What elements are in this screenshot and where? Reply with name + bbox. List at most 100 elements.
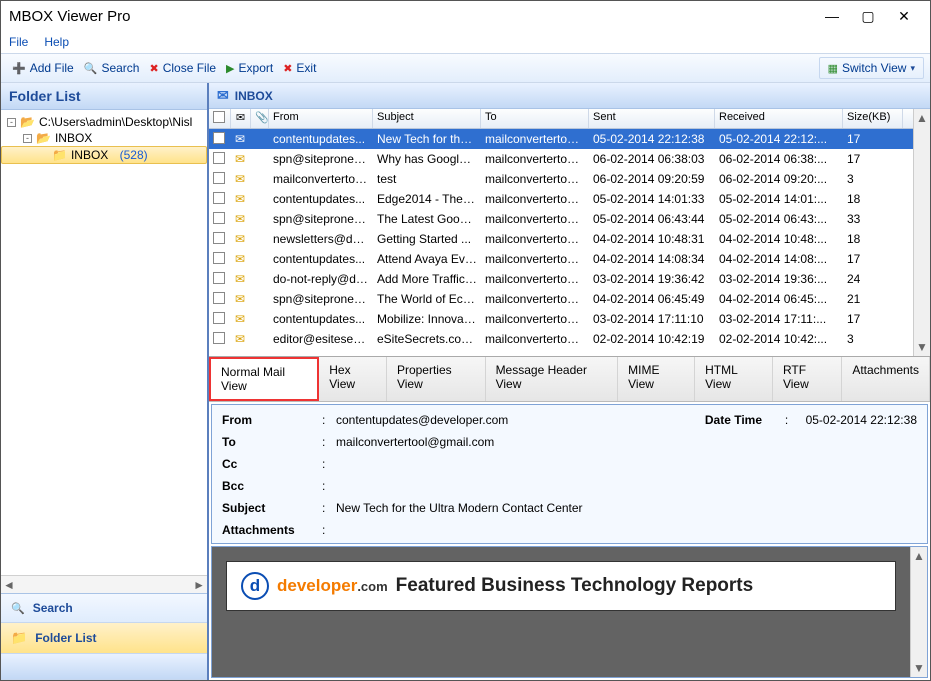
- col-received[interactable]: Received: [715, 109, 843, 128]
- detail-subject-label: Subject: [222, 501, 322, 515]
- table-row[interactable]: ✉editor@esitesecr...eSiteSecrets.com ...…: [209, 329, 913, 349]
- cell-subject: Getting Started ...: [373, 231, 481, 247]
- cell-received: 06-02-2014 09:20:...: [715, 171, 843, 187]
- table-row[interactable]: ✉spn@sitepronew...Why has Google ...mail…: [209, 149, 913, 169]
- tab-mime-view[interactable]: MIME View: [618, 357, 695, 401]
- inbox-count: (528): [120, 148, 148, 162]
- toolbar: Add File Search Close File Export Exit S…: [1, 53, 930, 83]
- exit-button[interactable]: Exit: [278, 58, 321, 78]
- table-row[interactable]: ✉spn@sitepronew...The World of Eco...mai…: [209, 289, 913, 309]
- message-body: d developer.com Featured Business Techno…: [211, 546, 928, 678]
- row-checkbox[interactable]: [213, 152, 225, 164]
- switch-view-button[interactable]: Switch View▾: [819, 57, 924, 79]
- col-to[interactable]: To: [481, 109, 589, 128]
- message-grid: ✉ 📎 From Subject To Sent Received Size(K…: [209, 109, 930, 357]
- folder-list-header: Folder List: [1, 83, 207, 110]
- tree-inbox-child[interactable]: INBOX (528): [1, 146, 207, 164]
- cell-sent: 04-02-2014 06:45:49: [589, 291, 715, 307]
- tab-rtf-view[interactable]: RTF View: [773, 357, 842, 401]
- row-checkbox[interactable]: [213, 252, 225, 264]
- cell-size: 3: [843, 171, 903, 187]
- detail-from-value: contentupdates@developer.com: [336, 413, 705, 427]
- banner-brand: developer: [277, 576, 357, 595]
- cell-subject: Why has Google ...: [373, 151, 481, 167]
- search-button[interactable]: Search: [79, 58, 145, 78]
- close-button[interactable]: ✕: [886, 2, 922, 30]
- cell-received: 02-02-2014 10:42:...: [715, 331, 843, 347]
- table-row[interactable]: ✉contentupdates...Attend Avaya Evo...mai…: [209, 249, 913, 269]
- table-row[interactable]: ✉contentupdates...New Tech for the ...ma…: [209, 129, 913, 149]
- table-row[interactable]: ✉newsletters@dev...Getting Started ...ma…: [209, 229, 913, 249]
- minimize-button[interactable]: —: [814, 2, 850, 30]
- cell-from: mailconvertertool...: [269, 171, 373, 187]
- row-checkbox[interactable]: [213, 212, 225, 224]
- col-size[interactable]: Size(KB): [843, 109, 903, 128]
- window-titlebar: MBOX Viewer Pro — ▢ ✕: [1, 1, 930, 31]
- grid-vscrollbar[interactable]: ▲▼: [913, 109, 930, 356]
- close-file-button[interactable]: Close File: [144, 58, 221, 78]
- col-sent[interactable]: Sent: [589, 109, 715, 128]
- cell-sent: 05-02-2014 22:12:38: [589, 131, 715, 147]
- col-attachment-icon[interactable]: 📎: [251, 109, 269, 128]
- cell-from: contentupdates...: [269, 311, 373, 327]
- collapse-icon[interactable]: -: [7, 118, 16, 127]
- tab-properties-view[interactable]: Properties View: [387, 357, 486, 401]
- mail-icon: ✉: [235, 152, 245, 166]
- exit-icon: [283, 61, 292, 75]
- collapse-icon[interactable]: -: [23, 134, 32, 143]
- cell-from: contentupdates...: [269, 251, 373, 267]
- menu-file[interactable]: File: [9, 35, 28, 49]
- cell-subject: Attend Avaya Evo...: [373, 251, 481, 267]
- tree-root[interactable]: - C:\Users\admin\Desktop\Nisl: [1, 114, 207, 130]
- left-folderlist-button[interactable]: Folder List: [1, 623, 207, 654]
- maximize-button[interactable]: ▢: [850, 2, 886, 30]
- cell-received: 05-02-2014 22:12:...: [715, 131, 843, 147]
- tab-normal-mail-view[interactable]: Normal Mail View: [209, 357, 319, 401]
- tab-attachments[interactable]: Attachments: [842, 357, 930, 401]
- folder-list-panel: Folder List - C:\Users\admin\Desktop\Nis…: [1, 83, 209, 680]
- menu-help[interactable]: Help: [44, 35, 69, 49]
- cell-to: mailconvertertool...: [481, 311, 589, 327]
- cell-to: mailconvertertool...: [481, 271, 589, 287]
- message-detail: From : contentupdates@developer.com Date…: [211, 404, 928, 544]
- banner-text: Featured Business Technology Reports: [396, 575, 754, 597]
- detail-datetime-value: 05-02-2014 22:12:38: [806, 413, 917, 427]
- table-row[interactable]: ✉contentupdates...Edge2014 - The P...mai…: [209, 189, 913, 209]
- row-checkbox[interactable]: [213, 232, 225, 244]
- body-vscrollbar[interactable]: ▲▼: [910, 547, 927, 677]
- cell-from: contentupdates...: [269, 191, 373, 207]
- col-from[interactable]: From: [269, 109, 373, 128]
- row-checkbox[interactable]: [213, 332, 225, 344]
- mail-icon: ✉: [235, 132, 245, 146]
- tab-html-view[interactable]: HTML View: [695, 357, 773, 401]
- table-row[interactable]: ✉contentupdates...Mobilize: Innovat...ma…: [209, 309, 913, 329]
- detail-subject-value: New Tech for the Ultra Modern Contact Ce…: [336, 501, 917, 515]
- col-subject[interactable]: Subject: [373, 109, 481, 128]
- add-file-icon: [12, 61, 26, 75]
- table-row[interactable]: ✉spn@sitepronew...The Latest Googl...mai…: [209, 209, 913, 229]
- folder-open-icon: [20, 115, 35, 129]
- tree-hscrollbar[interactable]: ◄►: [1, 575, 207, 593]
- row-checkbox[interactable]: [213, 272, 225, 284]
- cell-subject: Add More Traffic ...: [373, 271, 481, 287]
- cell-size: 17: [843, 311, 903, 327]
- table-row[interactable]: ✉mailconvertertool...testmailconverterto…: [209, 169, 913, 189]
- search-icon: [84, 61, 98, 75]
- row-checkbox[interactable]: [213, 292, 225, 304]
- tab-message-header-view[interactable]: Message Header View: [486, 357, 619, 401]
- tree-inbox[interactable]: - INBOX: [1, 130, 207, 146]
- row-checkbox[interactable]: [213, 192, 225, 204]
- col-checkbox[interactable]: [209, 109, 231, 128]
- export-button[interactable]: Export: [221, 58, 278, 78]
- row-checkbox[interactable]: [213, 312, 225, 324]
- col-status-icon[interactable]: ✉: [231, 109, 251, 128]
- row-checkbox[interactable]: [213, 132, 225, 144]
- cell-from: editor@esitesecr...: [269, 331, 373, 347]
- row-checkbox[interactable]: [213, 172, 225, 184]
- folder-open-icon: [36, 131, 51, 145]
- add-file-button[interactable]: Add File: [7, 58, 79, 78]
- tab-hex-view[interactable]: Hex View: [319, 357, 387, 401]
- cell-to: mailconvertertool...: [481, 251, 589, 267]
- table-row[interactable]: ✉do-not-reply@de...Add More Traffic ...m…: [209, 269, 913, 289]
- left-search-button[interactable]: Search: [1, 594, 207, 623]
